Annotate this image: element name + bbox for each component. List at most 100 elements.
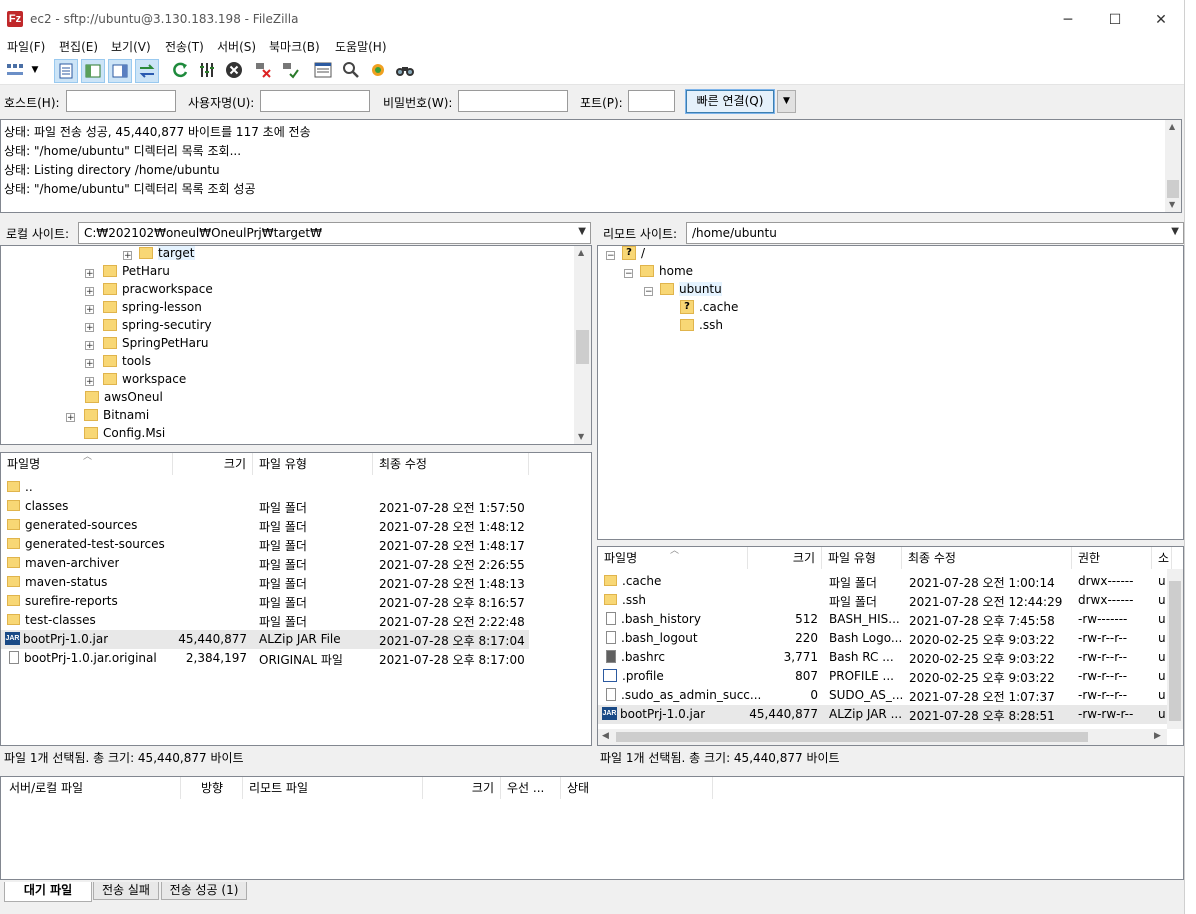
remote-path-combo[interactable]: /home/ubuntu ▼ [686, 222, 1184, 244]
tree-node-workspace[interactable]: + workspace [85, 372, 186, 390]
close-button[interactable]: ✕ [1139, 6, 1183, 34]
scroll-up-arrow-icon[interactable]: ▲ [578, 248, 584, 257]
username-input[interactable] [260, 90, 370, 112]
compare-directories-icon[interactable] [340, 59, 362, 81]
tree-node-target[interactable]: + target [121, 246, 195, 264]
file-row-selected[interactable]: JAR bootPrj-1.0.jar 45,440,877 ALZip JAR … [1, 630, 529, 649]
file-row[interactable]: .bash_history 512 BASH_HIS... 2021-07-28… [598, 610, 1168, 629]
directory-filter-icon[interactable] [312, 59, 334, 81]
tree-node-spring-lesson[interactable]: + spring-lesson [85, 300, 202, 318]
toggle-remote-tree-icon[interactable] [108, 59, 132, 83]
scroll-down-arrow-icon[interactable]: ▼ [1169, 200, 1175, 209]
file-row[interactable]: .bash_logout 220 Bash Logo... 2020-02-25… [598, 629, 1168, 648]
process-queue-icon[interactable] [196, 59, 218, 81]
scroll-left-arrow-icon[interactable]: ◀ [602, 731, 609, 741]
reconnect-icon[interactable] [279, 59, 301, 81]
remote-list-hscrollbar[interactable]: ◀ ▶ [598, 729, 1167, 745]
file-row[interactable]: .cache 파일 폴더 2021-07-28 오전 1:00:14 drwx-… [598, 572, 1168, 591]
log-scroll-thumb[interactable] [1167, 180, 1179, 198]
tree-node-ssh[interactable]: .ssh [680, 318, 723, 336]
tree-node-springpetharu[interactable]: + SpringPetHaru [85, 336, 209, 354]
file-row[interactable]: generated-test-sources 파일 폴더 2021-07-28 … [1, 535, 529, 554]
disconnect-icon[interactable] [252, 59, 274, 81]
toggle-log-icon[interactable] [54, 59, 78, 83]
column-header-type[interactable]: 파일 유형 [822, 547, 902, 569]
scroll-down-arrow-icon[interactable]: ▼ [578, 432, 584, 441]
tree-node-spring-secutiry[interactable]: + spring-secutiry [85, 318, 212, 336]
tree-node-petharu[interactable]: + PetHaru [85, 264, 170, 282]
quickconnect-button[interactable]: 빠른 연결(Q) [685, 89, 775, 114]
chevron-down-icon[interactable]: ▼ [578, 226, 586, 237]
remote-list-hscroll-thumb[interactable] [616, 732, 1088, 742]
queue-header-priority[interactable]: 우선 ... [501, 777, 561, 799]
file-row[interactable]: maven-status 파일 폴더 2021-07-28 오전 1:48:13 [1, 573, 529, 592]
file-row[interactable]: bootPrj-1.0.jar.original 2,384,197 ORIGI… [1, 649, 529, 668]
file-row[interactable]: maven-archiver 파일 폴더 2021-07-28 오전 2:26:… [1, 554, 529, 573]
local-tree-scrollbar[interactable]: ▲ ▼ [574, 246, 591, 444]
queue-header-remote-file[interactable]: 리모트 파일 [243, 777, 423, 799]
file-row[interactable]: classes 파일 폴더 2021-07-28 오전 1:57:50 [1, 497, 529, 516]
tree-node-home[interactable]: − home [624, 264, 693, 282]
scroll-right-arrow-icon[interactable]: ▶ [1154, 731, 1161, 741]
queue-header-direction[interactable]: 방향 [181, 777, 243, 799]
quickconnect-history-dropdown[interactable]: ▼ [777, 90, 796, 113]
file-row[interactable]: generated-sources 파일 폴더 2021-07-28 오전 1:… [1, 516, 529, 535]
synchronized-browsing-icon[interactable] [367, 59, 389, 81]
column-header-size[interactable]: 크기 [173, 453, 253, 475]
tree-node-pracworkspace[interactable]: + pracworkspace [85, 282, 213, 300]
menu-transfer[interactable]: 전송(T) [165, 38, 204, 55]
menu-view[interactable]: 보기(V) [111, 38, 151, 55]
column-header-modified[interactable]: 최종 수정 [902, 547, 1072, 569]
file-row[interactable]: surefire-reports 파일 폴더 2021-07-28 오후 8:1… [1, 592, 529, 611]
file-row[interactable]: .sudo_as_admin_succ... 0 SUDO_AS_... 202… [598, 686, 1168, 705]
tab-queued-files[interactable]: 대기 파일 [4, 882, 92, 902]
port-input[interactable] [628, 90, 675, 112]
remote-list-scrollbar[interactable] [1167, 569, 1183, 729]
file-row-selected[interactable]: JAR bootPrj-1.0.jar 45,440,877 ALZip JAR … [598, 705, 1168, 724]
tree-node-cache[interactable]: ? .cache [680, 299, 738, 318]
local-tree-scroll-thumb[interactable] [576, 330, 589, 364]
maximize-button[interactable]: ☐ [1093, 6, 1137, 34]
file-row[interactable]: .ssh 파일 폴더 2021-07-28 오전 12:44:29 drwx--… [598, 591, 1168, 610]
refresh-icon[interactable] [169, 59, 191, 81]
column-header-permissions[interactable]: 권한 [1072, 547, 1152, 569]
queue-header-status[interactable]: 상태 [561, 777, 713, 799]
menu-server[interactable]: 서버(S) [217, 38, 256, 55]
tree-node-bitnami[interactable]: + Bitnami [66, 408, 149, 426]
site-manager-icon[interactable] [5, 59, 27, 81]
column-header-type[interactable]: 파일 유형 [253, 453, 373, 475]
column-header-modified[interactable]: 최종 수정 [373, 453, 529, 475]
log-scrollbar[interactable]: ▲ ▼ [1165, 120, 1181, 212]
file-row[interactable]: .. [1, 478, 529, 497]
file-row[interactable]: .profile 807 PROFILE ... 2020-02-25 오후 9… [598, 667, 1168, 686]
tree-node-root[interactable]: −? / [606, 246, 645, 264]
file-row[interactable]: test-classes 파일 폴더 2021-07-28 오전 2:22:48 [1, 611, 529, 630]
queue-header-size[interactable]: 크기 [423, 777, 501, 799]
tree-node-config-msi[interactable]: Config.Msi [84, 426, 165, 444]
site-manager-dropdown-icon[interactable]: ▼ [29, 59, 41, 81]
queue-header-local-file[interactable]: 서버/로컬 파일 [1, 777, 181, 799]
chevron-down-icon[interactable]: ▼ [1171, 226, 1179, 237]
scroll-up-arrow-icon[interactable]: ▲ [1169, 122, 1175, 131]
tree-node-tools[interactable]: + tools [85, 354, 151, 372]
local-path-combo[interactable]: C:₩202102₩oneul₩OneulPrj₩target₩ ▼ [78, 222, 591, 244]
file-row[interactable]: .bashrc 3,771 Bash RC ... 2020-02-25 오후 … [598, 648, 1168, 667]
remote-list-scroll-thumb[interactable] [1169, 581, 1181, 721]
minimize-button[interactable]: ─ [1046, 6, 1090, 34]
column-header-size[interactable]: 크기 [748, 547, 822, 569]
search-files-icon[interactable] [394, 59, 416, 81]
menu-bookmarks[interactable]: 북마크(B) [269, 38, 320, 55]
tree-node-awsoneul[interactable]: awsOneul [85, 390, 163, 408]
column-header-owner[interactable]: 소 [1152, 547, 1172, 569]
toggle-queue-icon[interactable] [135, 59, 159, 83]
host-input[interactable] [66, 90, 176, 112]
menu-edit[interactable]: 편집(E) [59, 38, 98, 55]
toggle-local-tree-icon[interactable] [81, 59, 105, 83]
tab-successful-transfers[interactable]: 전송 성공 (1) [161, 882, 247, 900]
password-input[interactable] [458, 90, 568, 112]
menu-help[interactable]: 도움말(H) [335, 38, 387, 55]
cancel-operation-icon[interactable] [223, 59, 245, 81]
tree-node-ubuntu[interactable]: − ubuntu [644, 282, 722, 300]
tab-failed-transfers[interactable]: 전송 실패 [93, 882, 159, 900]
menu-file[interactable]: 파일(F) [7, 38, 45, 55]
